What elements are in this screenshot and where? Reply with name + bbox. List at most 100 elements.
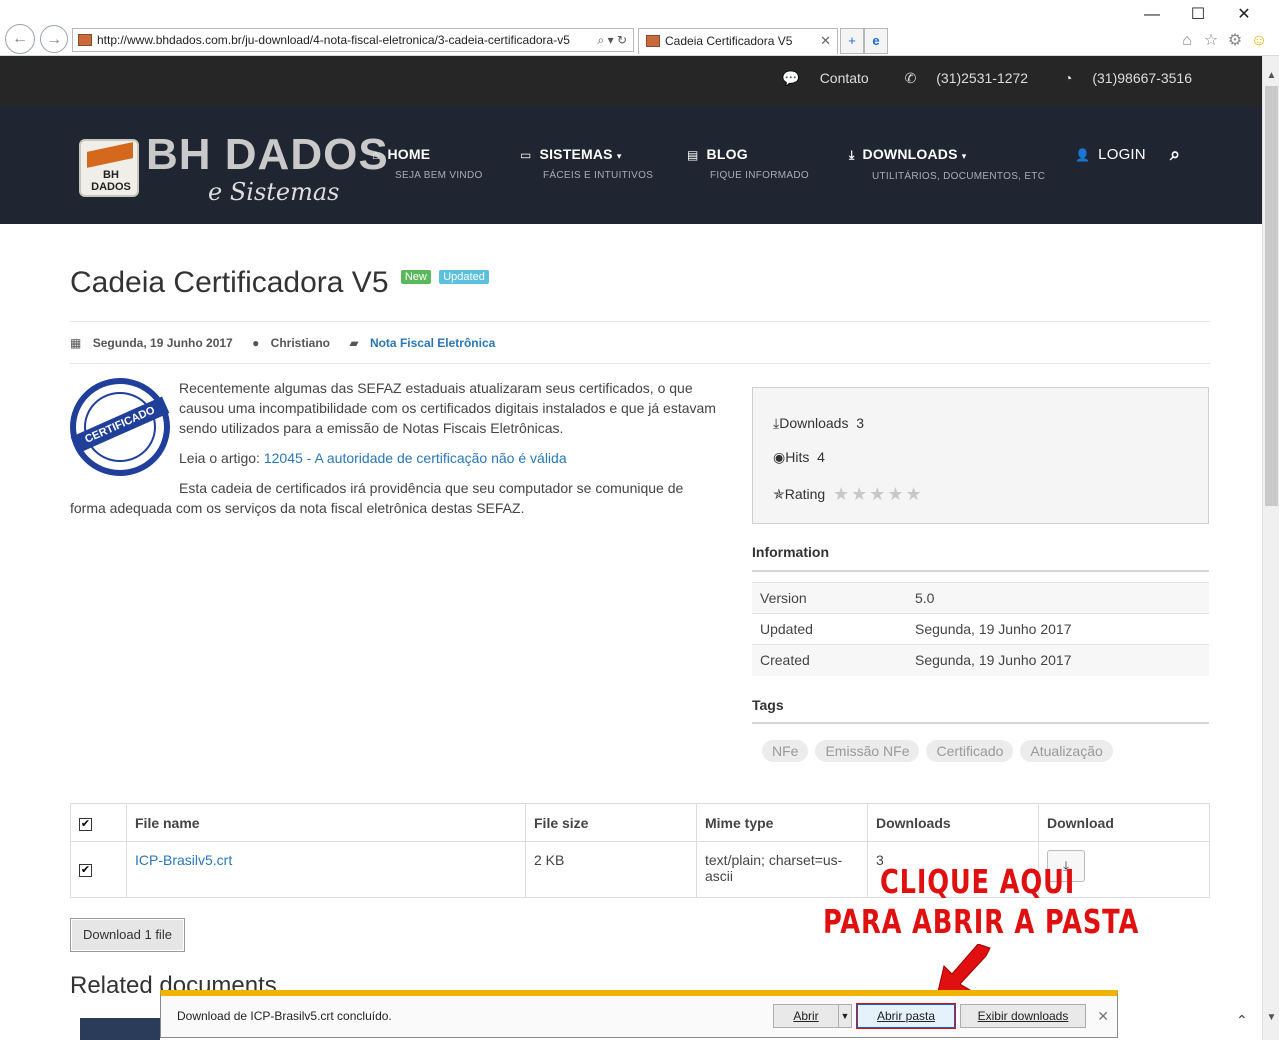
related-thumbnail[interactable] xyxy=(80,1018,160,1040)
vertical-scrollbar[interactable]: ▲ ▼ xyxy=(1262,56,1279,1040)
menu-sistemas[interactable]: ▭ SISTEMAS ▾ FÁCEIS E INTUITIVOS xyxy=(520,146,653,181)
browser-tab[interactable]: Cadeia Certificadora V5 ✕ xyxy=(638,28,838,54)
col-file-name: File name xyxy=(126,803,526,842)
page-title: Cadeia Certificadora V5 New Updated xyxy=(70,266,489,300)
caret-down-icon: ▾ xyxy=(961,151,967,161)
user-icon: ● xyxy=(252,336,260,350)
paragraph: Leia o artigo: 12045 - A autoridade de c… xyxy=(179,450,567,466)
section-divider xyxy=(752,722,1209,724)
rating-stars[interactable]: ★★★★★ xyxy=(833,484,924,504)
logo-badge-text: BH DADOS xyxy=(91,169,131,193)
tab-close-icon[interactable]: ✕ xyxy=(820,29,831,53)
select-all-checkbox[interactable]: ✔ xyxy=(79,818,92,831)
divider xyxy=(70,363,1210,364)
phone-link[interactable]: ✆ (31)2531-1272 xyxy=(889,70,1028,86)
paragraph: Esta cadeia de certificados irá providên… xyxy=(70,480,684,516)
col-file-size: File size xyxy=(525,803,697,842)
newspaper-icon: ▤ xyxy=(687,148,699,162)
article-link[interactable]: 12045 - A autoridade de certificação não… xyxy=(264,450,567,466)
home-icon: ⌂ xyxy=(372,148,380,162)
category-link[interactable]: Nota Fiscal Eletrônica xyxy=(370,336,495,350)
scroll-up-arrow[interactable]: ▲ xyxy=(1263,70,1279,81)
address-tools[interactable]: ⌕ ▾ ↻ xyxy=(598,29,627,51)
open-dropdown-button[interactable]: ▼ xyxy=(838,1004,852,1028)
contact-link[interactable]: 💬 Contato xyxy=(766,70,868,86)
downloads-stat: ⤓Downloads 3 xyxy=(773,415,865,431)
table-row: Created Segunda, 19 Junho 2017 xyxy=(752,644,1209,676)
information-heading: Information xyxy=(752,544,829,560)
back-button[interactable]: ← xyxy=(5,24,35,54)
logo-badge[interactable]: BH DADOS xyxy=(79,139,139,197)
download-message: Download de ICP-Brasilv5.crt concluído. xyxy=(177,1009,392,1023)
whatsapp-link[interactable]: ◔ (31)98667-3516 xyxy=(1048,70,1192,86)
user-icon: 👤 xyxy=(1075,148,1091,162)
new-badge: New xyxy=(400,270,431,284)
annotation-line1: CLIQUE AQUI xyxy=(880,862,1076,901)
url-text: http://www.bhdados.com.br/ju-download/4-… xyxy=(97,33,570,47)
logo-text[interactable]: BH DADOS xyxy=(146,130,389,180)
file-name-link[interactable]: ICP-Brasilv5.crt xyxy=(135,852,232,868)
information-table: Version 5.0 Updated Segunda, 19 Junho 2017… xyxy=(752,582,1209,676)
scroll-thumb[interactable] xyxy=(1265,86,1278,506)
menu-home[interactable]: ⌂ HOME SEJA BEM VINDO xyxy=(372,146,483,181)
phone-icon: ✆ xyxy=(904,70,917,86)
browser-chrome: ← → http://www.bhdados.com.br/ju-downloa… xyxy=(0,0,1279,56)
eye-icon: ◉ xyxy=(773,449,786,465)
rating-stat: ✯Rating ★★★★★ xyxy=(773,484,924,504)
table-row: Version 5.0 xyxy=(752,582,1209,614)
search-icon[interactable]: ⌕ xyxy=(1170,144,1180,165)
chat-icon: 💬 xyxy=(782,70,800,86)
category-meta: ▰ Nota Fiscal Eletrônica xyxy=(349,336,503,350)
chevron-up-icon[interactable]: ⌃ xyxy=(1236,1012,1248,1029)
tag-atualizacao[interactable]: Atualização xyxy=(1020,740,1113,762)
forward-button[interactable]: → xyxy=(40,25,68,53)
table-row: Updated Segunda, 19 Junho 2017 xyxy=(752,613,1209,645)
paragraph: Recentemente algumas das SEFAZ estaduais… xyxy=(179,380,716,436)
download-all-button[interactable]: Download 1 file xyxy=(70,918,185,952)
menu-login[interactable]: 👤 LOGIN xyxy=(1075,146,1146,163)
file-size: 2 KB xyxy=(525,841,697,898)
col-download: Download xyxy=(1038,803,1210,842)
smiley-icon[interactable]: ☺ xyxy=(1247,32,1271,50)
tag-nfe[interactable]: NFe xyxy=(762,740,809,762)
folder-icon: ▰ xyxy=(349,336,359,350)
tag-emissao-nfe[interactable]: Emissão NFe xyxy=(815,740,920,762)
home-icon[interactable]: ⌂ xyxy=(1175,32,1199,50)
tab-favicon xyxy=(646,35,660,47)
close-notification-icon[interactable]: ✕ xyxy=(1097,1008,1109,1025)
table-header-row: ✔ File name File size Mime type Download… xyxy=(70,803,1210,842)
minimize-button[interactable]: — xyxy=(1129,6,1175,24)
open-folder-button[interactable]: Abrir pasta xyxy=(857,1004,955,1028)
updated-badge: Updated xyxy=(439,270,489,284)
hits-stat: ◉Hits 4 xyxy=(773,449,825,465)
address-bar[interactable]: http://www.bhdados.com.br/ju-download/4-… xyxy=(72,28,634,52)
download-icon: ⤓ xyxy=(849,148,855,162)
gear-icon[interactable]: ⚙ xyxy=(1223,30,1247,50)
date-meta: ▦ Segunda, 19 Junho 2017 xyxy=(70,336,233,350)
download-notification-bar: Download de ICP-Brasilv5.crt concluído. … xyxy=(160,990,1118,1038)
scroll-down-arrow[interactable]: ▼ xyxy=(1263,1012,1279,1023)
tags-heading: Tags xyxy=(752,697,784,713)
favorites-star-icon[interactable]: ☆ xyxy=(1199,30,1223,50)
caret-down-icon: ▾ xyxy=(616,151,622,161)
browser-tools: ⌂ ☆ ⚙ ☺ xyxy=(1175,30,1271,50)
divider xyxy=(70,321,1210,322)
star-half-icon: ✯ xyxy=(773,486,785,502)
maximize-button[interactable]: ☐ xyxy=(1175,4,1221,24)
open-button[interactable]: Abrir xyxy=(773,1004,839,1028)
close-window-button[interactable]: ✕ xyxy=(1221,4,1267,24)
logo-wing xyxy=(87,142,133,168)
calendar-icon: ▦ xyxy=(70,336,82,350)
edge-icon[interactable]: e xyxy=(864,28,888,54)
laptop-icon: ▭ xyxy=(520,148,532,162)
file-checkbox[interactable]: ✔ xyxy=(79,864,92,877)
view-downloads-button[interactable]: Exibir downloads xyxy=(960,1004,1086,1028)
menu-blog[interactable]: ▤ BLOG FIQUE INFORMADO xyxy=(687,146,809,181)
new-tab-button[interactable]: + xyxy=(840,28,864,54)
stats-box: ⤓Downloads 3 ◉Hits 4 ✯Rating ★★★★★ xyxy=(752,387,1209,524)
logo-subtitle: e Sistemas xyxy=(208,178,340,206)
tag-list: NFe Emissão NFe Certificado Atualização xyxy=(762,740,1120,762)
article-meta: ▦ Segunda, 19 Junho 2017 ● Christiano ▰ … xyxy=(70,336,511,350)
tag-certificado[interactable]: Certificado xyxy=(926,740,1014,762)
menu-downloads[interactable]: ⤓ DOWNLOADS ▾ UTILITÁRIOS, DOCUMENTOS, ET… xyxy=(849,146,1045,182)
